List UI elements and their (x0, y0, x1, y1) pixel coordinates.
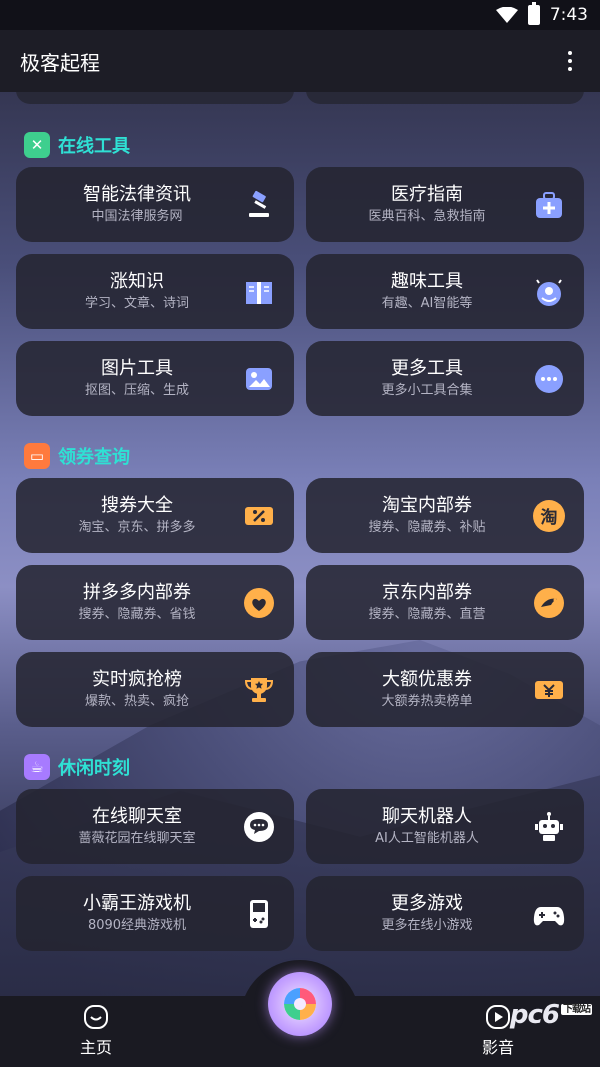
main-content[interactable]: ✕ 在线工具 智能法律资讯中国法律服务网 医疗指南医典百科、急救指南 涨知识学习… (0, 92, 600, 996)
card-title: 涨知识 (110, 270, 164, 292)
card-medical-guide[interactable]: 医疗指南医典百科、急救指南 (306, 167, 584, 242)
section-title: 领券查询 (58, 447, 130, 468)
chat-bubble-icon (242, 810, 276, 844)
card-subtitle: 淘宝、京东、拼多多 (78, 519, 196, 535)
card-title: 更多工具 (391, 357, 463, 379)
card-subtitle: 爆款、热卖、疯抢 (84, 693, 189, 709)
card-knowledge[interactable]: 涨知识学习、文章、诗词 (16, 254, 294, 329)
medical-kit-icon (532, 188, 566, 222)
card-subtitle: 抠图、压缩、生成 (84, 382, 189, 398)
card-subtitle: 更多小工具合集 (381, 382, 473, 398)
card-taobao-coupons[interactable]: 淘宝内部券搜券、隐藏券、补贴 淘 (306, 478, 584, 553)
robot-icon (532, 810, 566, 844)
ticket-icon: ▭ (24, 443, 50, 469)
more-menu-icon[interactable] (560, 51, 580, 71)
section-header-tools: ✕ 在线工具 (24, 132, 130, 158)
card-jd-coupons[interactable]: 京东内部券搜券、隐藏券、直营 (306, 565, 584, 640)
taobao-icon: 淘 (532, 499, 566, 533)
card-subtitle: 大额券热卖榜单 (381, 693, 473, 709)
status-bar: 7:43 (0, 0, 600, 30)
card-subtitle: 更多在线小游戏 (381, 917, 473, 933)
battery-icon (527, 2, 540, 25)
card-title: 实时疯抢榜 (92, 668, 182, 690)
card-subtitle: 有趣、AI智能等 (381, 295, 473, 311)
center-action-button[interactable] (268, 972, 332, 1036)
card-title: 搜券大全 (101, 494, 173, 516)
card-more-tools[interactable]: 更多工具更多小工具合集 (306, 341, 584, 416)
gamepad-icon (532, 897, 566, 931)
card-big-coupons[interactable]: 大额优惠券大额券热卖榜单 (306, 652, 584, 727)
card-subtitle: 蔷薇花园在线聊天室 (78, 830, 196, 846)
card-title: 趣味工具 (391, 270, 463, 292)
card-subtitle: 学习、文章、诗词 (84, 295, 189, 311)
gavel-icon (242, 188, 276, 222)
book-icon (242, 275, 276, 309)
card-title: 京东内部券 (382, 581, 472, 603)
coupon-percent-icon (242, 499, 276, 533)
card-chat-bot[interactable]: 聊天机器人 AI人工智能机器人 (306, 789, 584, 864)
card-subtitle: 医典百科、急救指南 (368, 208, 486, 224)
fun-face-icon (532, 275, 566, 309)
yen-coupon-icon (532, 673, 566, 707)
card-retro-console[interactable]: 小霸王游戏机 8090经典游戏机 (16, 876, 294, 951)
swirl-logo-icon (284, 988, 316, 1020)
card-title: 淘宝内部券 (382, 494, 472, 516)
jd-icon (532, 586, 566, 620)
card-subtitle: 中国法律服务网 (91, 208, 183, 224)
image-icon (242, 362, 276, 396)
app-bar: 极客起程 (0, 30, 600, 92)
card-subtitle: AI人工智能机器人 (375, 830, 479, 846)
card-title: 聊天机器人 (382, 805, 472, 827)
trophy-icon (242, 673, 276, 707)
wifi-icon (495, 7, 518, 23)
tools-icon: ✕ (24, 132, 50, 158)
home-icon (84, 1005, 108, 1029)
watermark-logo: pc6 下载站 (509, 1000, 592, 1030)
gameboy-icon (242, 897, 276, 931)
card-title: 图片工具 (101, 357, 173, 379)
section-title: 休闲时刻 (58, 758, 130, 779)
app-title: 极客起程 (20, 50, 100, 75)
card-subtitle: 8090经典游戏机 (87, 917, 187, 933)
card-more-games[interactable]: 更多游戏更多在线小游戏 (306, 876, 584, 951)
coffee-icon: ☕ (24, 754, 50, 780)
card-fun-tools[interactable]: 趣味工具有趣、AI智能等 (306, 254, 584, 329)
card-title: 在线聊天室 (92, 805, 182, 827)
card-title: 大额优惠券 (382, 668, 472, 690)
nav-home[interactable]: 主页 (80, 1004, 112, 1058)
card-subtitle: 搜券、隐藏券、省钱 (78, 606, 196, 622)
previous-card-peek (16, 92, 294, 104)
previous-card-peek (306, 92, 584, 104)
section-header-leisure: ☕ 休闲时刻 (24, 754, 130, 780)
card-hot-ranking[interactable]: 实时疯抢榜爆款、热卖、疯抢 (16, 652, 294, 727)
card-subtitle: 搜券、隐藏券、补贴 (368, 519, 486, 535)
card-title: 拼多多内部券 (83, 581, 191, 603)
card-coupon-search[interactable]: 搜券大全淘宝、京东、拼多多 (16, 478, 294, 553)
nav-video-label: 影音 (482, 1038, 515, 1057)
card-legal-info[interactable]: 智能法律资讯中国法律服务网 (16, 167, 294, 242)
pinduoduo-icon (242, 586, 276, 620)
section-header-coupons: ▭ 领券查询 (24, 443, 130, 469)
card-title: 医疗指南 (391, 183, 463, 205)
card-chat-room[interactable]: 在线聊天室蔷薇花园在线聊天室 (16, 789, 294, 864)
nav-home-label: 主页 (80, 1038, 113, 1057)
card-title: 更多游戏 (391, 892, 463, 914)
clock: 7:43 (549, 5, 588, 25)
card-title: 智能法律资讯 (83, 183, 191, 205)
card-image-tools[interactable]: 图片工具抠图、压缩、生成 (16, 341, 294, 416)
section-title: 在线工具 (58, 136, 130, 157)
play-icon (486, 1005, 510, 1029)
more-dots-icon (532, 362, 566, 396)
card-subtitle: 搜券、隐藏券、直营 (368, 606, 486, 622)
card-title: 小霸王游戏机 (83, 892, 191, 914)
card-pinduoduo-coupons[interactable]: 拼多多内部券搜券、隐藏券、省钱 (16, 565, 294, 640)
